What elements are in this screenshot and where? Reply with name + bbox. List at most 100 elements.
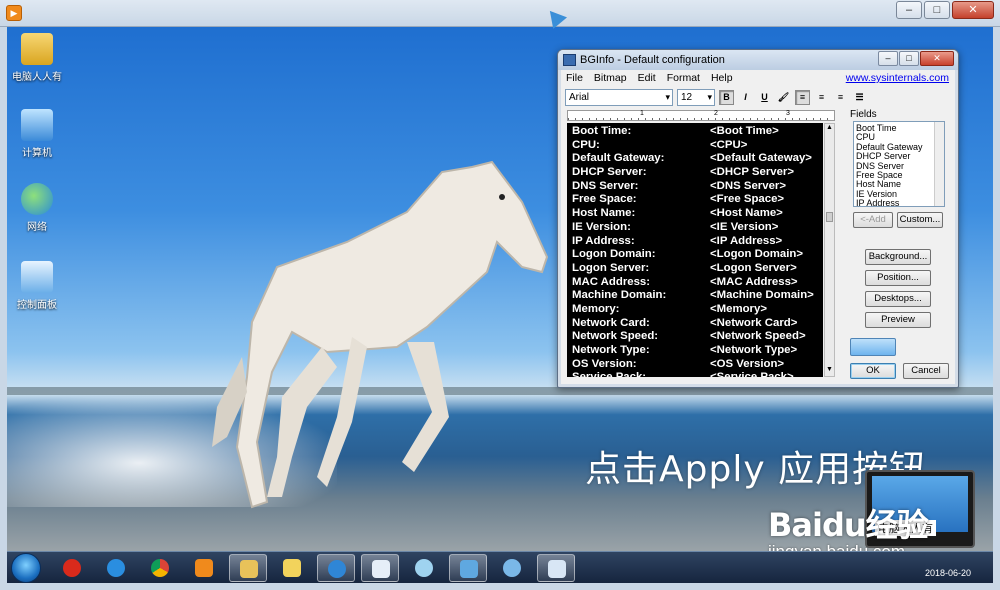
menu-file[interactable]: File — [566, 72, 583, 84]
host-window-titlebar: ▶ – □ ✕ — [0, 0, 1000, 27]
fields-list-item[interactable]: IP Address — [856, 198, 944, 206]
start-button[interactable] — [11, 553, 41, 583]
info-row-value: <IP Address> — [710, 234, 783, 247]
control-panel-icon — [460, 560, 478, 578]
align-left-icon[interactable]: ≡ — [795, 89, 810, 105]
ok-button[interactable]: OK — [850, 363, 896, 379]
window-frame-right — [993, 27, 1000, 583]
info-row: Free Space: <Free Space> — [572, 193, 823, 207]
taskbar-paint[interactable] — [493, 554, 531, 582]
bginfo-titlebar[interactable]: BGInfo - Default configuration – □ ✕ — [558, 50, 958, 70]
info-row: Network Type: <Network Type> — [572, 344, 823, 358]
scroll-down-icon[interactable]: ▼ — [825, 366, 834, 376]
bginfo-app-icon — [563, 54, 576, 66]
align-center-icon[interactable]: ≡ — [814, 90, 829, 105]
info-row: IE Version: <IE Version> — [572, 221, 823, 235]
taskbar-media-player[interactable] — [185, 554, 223, 582]
font-size-select[interactable]: 12 — [677, 88, 715, 106]
taskbar-internet-explorer[interactable] — [97, 554, 135, 582]
ruler: 1 2 3 — [567, 110, 835, 121]
info-row: Logon Server: <Logon Server> — [572, 262, 823, 276]
font-select[interactable]: Arial — [565, 88, 673, 106]
bold-button[interactable]: B — [719, 89, 734, 105]
maximize-button[interactable]: □ — [924, 1, 950, 19]
folder-icon — [283, 559, 301, 577]
info-row-label: Free Space: — [572, 193, 637, 206]
info-row-label: Host Name: — [572, 207, 636, 220]
fields-listbox[interactable]: Boot Time CPU Default Gateway DHCP Server DN… — [853, 121, 945, 207]
info-row-value: <Network Card> — [710, 316, 798, 329]
fields-label: Fields — [850, 109, 877, 120]
media-player-icon — [195, 559, 213, 577]
minimize-button[interactable]: – — [896, 1, 922, 19]
info-row-label: DNS Server: — [572, 179, 639, 192]
desktop-icon-computer[interactable]: 计算机 — [11, 109, 63, 159]
align-right-icon[interactable]: ≡ — [833, 90, 848, 105]
menu-bitmap[interactable]: Bitmap — [594, 72, 627, 84]
fields-scrollbar[interactable] — [934, 122, 944, 206]
info-row-value: <DNS Server> — [710, 179, 786, 192]
close-button[interactable]: ✕ — [952, 1, 994, 19]
menu-edit[interactable]: Edit — [638, 72, 656, 84]
info-row-value: <Default Gateway> — [710, 152, 812, 165]
apply-button-highlight[interactable] — [850, 338, 896, 356]
taskbar-bginfo[interactable] — [405, 554, 443, 582]
bullet-list-icon[interactable]: ☰ — [852, 90, 867, 105]
desktops-button[interactable]: Desktops... — [865, 291, 931, 307]
custom-button[interactable]: Custom... — [897, 212, 943, 228]
desktop-icon-network[interactable]: 网络 — [11, 183, 63, 233]
cancel-button[interactable]: Cancel — [903, 363, 949, 379]
monitor-icon — [548, 560, 566, 578]
info-row-value: <IE Version> — [710, 220, 779, 233]
taskbar-file-explorer[interactable] — [229, 554, 267, 582]
info-row-label: Service Pack: — [572, 371, 646, 377]
taskbar-folder[interactable] — [273, 554, 311, 582]
info-row-value: <CPU> — [710, 138, 748, 151]
taskbar-document[interactable] — [361, 554, 399, 582]
menu-format[interactable]: Format — [667, 72, 700, 84]
info-row: OS Version: <OS Version> — [572, 358, 823, 372]
bginfo-maximize-button[interactable]: □ — [899, 51, 919, 66]
taskbar-app-red[interactable] — [53, 554, 91, 582]
horse-wallpaper-image — [212, 160, 549, 509]
scroll-thumb[interactable] — [826, 212, 833, 222]
info-row-value: <Free Space> — [710, 193, 785, 206]
player-icon[interactable]: ▶ — [6, 5, 22, 21]
underline-button[interactable]: U — [757, 90, 772, 105]
sysinternals-link[interactable]: www.sysinternals.com — [846, 72, 949, 84]
taskbar-browser[interactable] — [317, 554, 355, 582]
text-color-icon[interactable]: 🖌 — [776, 90, 791, 105]
info-row: Service Pack: <Service Pack> — [572, 371, 823, 377]
info-row-label: OS Version: — [572, 357, 637, 370]
desktop-icon-control-panel[interactable]: 控制面板 — [11, 261, 63, 311]
info-row: IP Address: <IP Address> — [572, 235, 823, 249]
baidu-watermark: Baidu经验 jingyan.baidu.com — [768, 506, 929, 551]
menu-help[interactable]: Help — [711, 72, 733, 84]
editor-scrollbar[interactable]: ▲ ▼ — [824, 123, 835, 377]
preview-button[interactable]: Preview — [865, 312, 931, 328]
position-button[interactable]: Position... — [865, 270, 931, 286]
italic-button[interactable]: I — [738, 90, 753, 105]
bginfo-window[interactable]: BGInfo - Default configuration – □ ✕ Fil… — [557, 49, 959, 388]
bginfo-minimize-button[interactable]: – — [878, 51, 898, 66]
bginfo-close-button[interactable]: ✕ — [920, 51, 954, 66]
gear-icon — [415, 559, 433, 577]
scroll-up-icon[interactable]: ▲ — [825, 124, 834, 134]
info-row-value: <Service Pack> — [710, 371, 794, 377]
taskbar-chrome[interactable] — [141, 554, 179, 582]
info-row-label: Network Type: — [572, 344, 650, 356]
taskbar-bginfo-active[interactable] — [537, 554, 575, 582]
window-frame-bottom — [0, 583, 1000, 590]
taskbar-clock[interactable]: 2018-06-20 — [925, 568, 971, 578]
window-frame-left — [0, 27, 7, 583]
browser-icon — [328, 560, 346, 578]
info-row-label: DHCP Server: — [572, 166, 647, 179]
info-text-editor[interactable]: Boot Time: <Boot Time> CPU: <CPU> Default Ga… — [567, 123, 823, 377]
info-row-label: Logon Server: — [572, 261, 650, 274]
add-field-button[interactable]: <-Add — [853, 212, 893, 228]
info-row-value: <Network Speed> — [710, 330, 806, 343]
desktop-icon-user-folder[interactable]: 电脑人人有 — [11, 33, 63, 83]
info-row-value: <Network Type> — [710, 344, 798, 356]
taskbar-control-panel[interactable] — [449, 554, 487, 582]
background-button[interactable]: Background... — [865, 249, 931, 265]
